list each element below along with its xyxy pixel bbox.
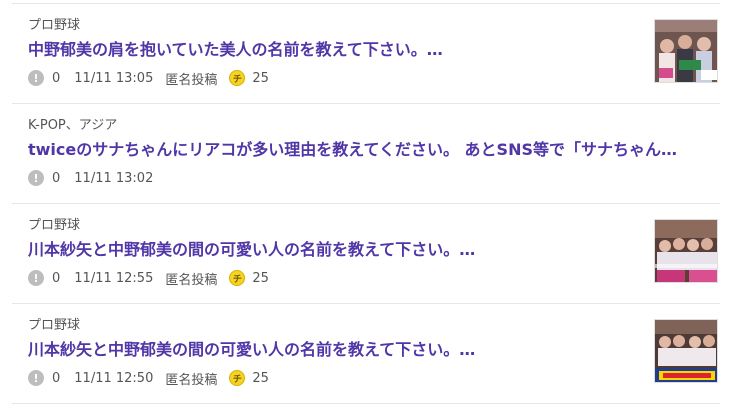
question-title-link[interactable]: 川本紗矢と中野郁美の間の可愛い人の名前を教えて下さい。… bbox=[28, 336, 475, 360]
coin-count: 25 bbox=[252, 270, 269, 286]
coin-count: 25 bbox=[252, 70, 269, 86]
list-item[interactable]: プロ野球 川本紗矢と中野郁美の間の可愛い人の名前を教えて下さい。… ! 0 11… bbox=[12, 204, 720, 304]
list-item[interactable]: プロ野球 中野郁美の肩を抱いていた美人の名前を教えて下さい。… ! 0 11/1… bbox=[12, 4, 720, 104]
anonymous-label: 匿名投稿 bbox=[165, 272, 218, 288]
answer-count: 0 bbox=[52, 170, 61, 186]
question-meta: ! 0 11/11 13:02 bbox=[28, 168, 153, 188]
question-title-link[interactable]: twiceのサナちゃんにリアコが多い理由を教えてください。 あとSNS等で「サナ… bbox=[28, 136, 677, 160]
answer-count: 0 bbox=[52, 370, 61, 386]
list-item[interactable]: プロ野球 川本紗矢と中野郁美の間の可愛い人の名前を教えて下さい。… ! 0 11… bbox=[12, 304, 720, 404]
answer-count-icon: ! bbox=[28, 70, 44, 86]
timestamp: 11/11 12:55 bbox=[74, 270, 154, 286]
list-item[interactable]: K-POP、アジア twiceのサナちゃんにリアコが多い理由を教えてください。 … bbox=[12, 104, 720, 204]
thumbnail-image bbox=[655, 20, 717, 82]
question-thumbnail[interactable] bbox=[654, 219, 718, 283]
question-thumbnail[interactable] bbox=[654, 319, 718, 383]
coin-icon: チ bbox=[229, 370, 246, 386]
coin-icon: チ bbox=[229, 270, 246, 286]
question-meta: ! 0 11/11 12:50 匿名投稿 チ 25 bbox=[28, 368, 269, 388]
anonymous-label: 匿名投稿 bbox=[165, 372, 218, 388]
timestamp: 11/11 13:05 bbox=[74, 70, 154, 86]
thumbnail-image bbox=[655, 220, 717, 282]
coin-icon: チ bbox=[229, 70, 246, 86]
timestamp: 11/11 13:02 bbox=[74, 170, 154, 186]
anonymous-label: 匿名投稿 bbox=[165, 72, 218, 88]
question-list: プロ野球 中野郁美の肩を抱いていた美人の名前を教えて下さい。… ! 0 11/1… bbox=[0, 0, 745, 409]
answer-count: 0 bbox=[52, 70, 61, 86]
category-label[interactable]: プロ野球 bbox=[28, 214, 80, 233]
question-meta: ! 0 11/11 12:55 匿名投稿 チ 25 bbox=[28, 268, 269, 288]
answer-count: 0 bbox=[52, 270, 61, 286]
answer-count-icon: ! bbox=[28, 270, 44, 286]
question-thumbnail[interactable] bbox=[654, 19, 718, 83]
coin-count: 25 bbox=[252, 370, 269, 386]
answer-count-icon: ! bbox=[28, 370, 44, 386]
question-title-link[interactable]: 川本紗矢と中野郁美の間の可愛い人の名前を教えて下さい。… bbox=[28, 236, 475, 260]
question-title-link[interactable]: 中野郁美の肩を抱いていた美人の名前を教えて下さい。… bbox=[28, 36, 443, 60]
question-meta: ! 0 11/11 13:05 匿名投稿 チ 25 bbox=[28, 68, 269, 88]
thumbnail-image bbox=[655, 320, 717, 382]
category-label[interactable]: プロ野球 bbox=[28, 14, 80, 33]
timestamp: 11/11 12:50 bbox=[74, 370, 154, 386]
answer-count-icon: ! bbox=[28, 170, 44, 186]
category-label[interactable]: K-POP、アジア bbox=[28, 114, 117, 133]
category-label[interactable]: プロ野球 bbox=[28, 314, 80, 333]
